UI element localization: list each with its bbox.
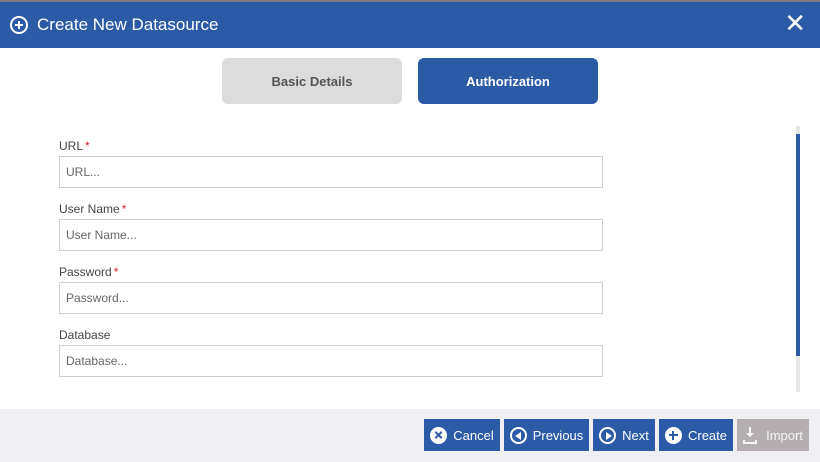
password-field-group: Password *	[59, 264, 603, 314]
user-name-label: User Name *	[59, 202, 127, 216]
url-label: URL *	[59, 139, 90, 153]
url-field-group: URL *	[59, 138, 603, 188]
required-marker: *	[121, 202, 127, 216]
database-field-group: Database	[59, 327, 603, 377]
dialog-header: Create New Datasource ✕	[0, 0, 820, 48]
tab-basic-details[interactable]: Basic Details	[222, 58, 402, 104]
import-button[interactable]: Import	[737, 419, 809, 451]
database-input[interactable]	[59, 345, 603, 377]
close-icon[interactable]: ✕	[784, 11, 806, 37]
plus-circle-icon	[10, 16, 28, 34]
required-marker: *	[113, 265, 119, 279]
create-plus-icon	[664, 426, 682, 444]
authorization-form: URL* User Name* Password* Database	[59, 138, 603, 390]
cancel-icon	[430, 426, 448, 444]
database-label: Database	[59, 328, 111, 342]
tab-authorization[interactable]: Authorization	[418, 58, 598, 104]
scrollbar-thumb[interactable]	[796, 134, 800, 356]
create-button[interactable]: Create	[659, 419, 733, 451]
dialog-title: Create New Datasource	[37, 15, 219, 34]
scrollbar-track[interactable]	[796, 126, 800, 392]
url-input[interactable]	[59, 156, 603, 188]
next-icon	[599, 426, 617, 444]
previous-icon	[509, 426, 527, 444]
user-name-field-group: User Name *	[59, 201, 603, 251]
required-marker: *	[85, 139, 90, 153]
password-input[interactable]	[59, 282, 603, 314]
cancel-button[interactable]: Cancel	[424, 419, 500, 451]
password-label: Password *	[59, 265, 119, 279]
user-name-input[interactable]	[59, 219, 603, 251]
previous-button[interactable]: Previous	[504, 419, 589, 451]
import-icon	[743, 426, 760, 444]
next-button[interactable]: Next	[593, 419, 655, 451]
dialog-footer: Cancel Previous Next Create Import	[0, 409, 820, 462]
